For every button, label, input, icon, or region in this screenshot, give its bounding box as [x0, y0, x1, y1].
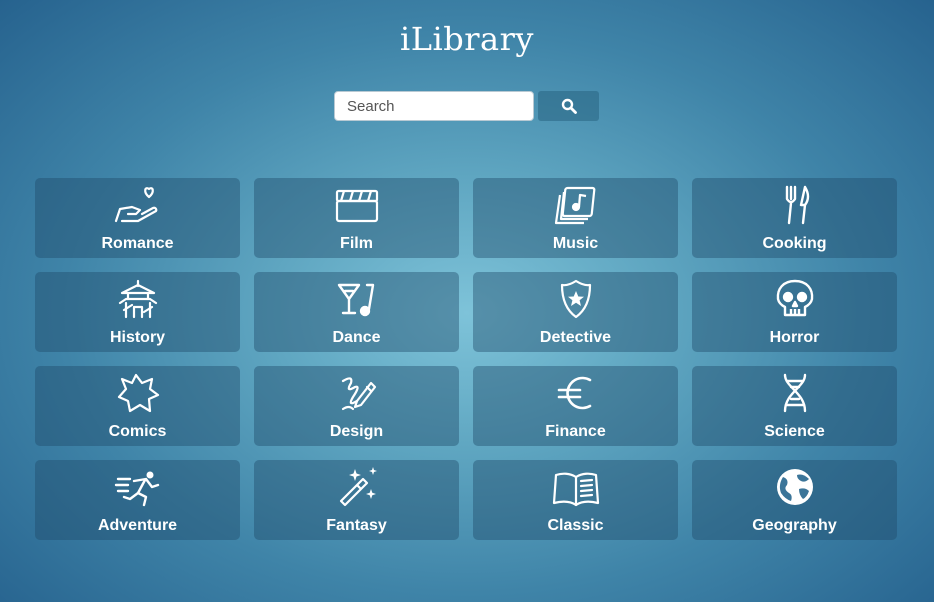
- category-label: Cooking: [762, 235, 827, 252]
- cocktail-music-icon: [331, 277, 383, 321]
- category-tile-geography[interactable]: Geography: [692, 460, 897, 540]
- pencil-scribble-icon: [331, 371, 383, 415]
- category-label: Romance: [101, 235, 174, 252]
- category-tile-finance[interactable]: Finance: [473, 366, 678, 446]
- category-label: Dance: [332, 329, 381, 346]
- dna-icon: [769, 371, 821, 415]
- category-tile-dance[interactable]: Dance: [254, 272, 459, 352]
- category-tile-cooking[interactable]: Cooking: [692, 178, 897, 258]
- category-tile-history[interactable]: History: [35, 272, 240, 352]
- category-tile-horror[interactable]: Horror: [692, 272, 897, 352]
- open-book-icon: [550, 465, 602, 509]
- category-label: Classic: [547, 517, 604, 534]
- category-label: Detective: [539, 329, 612, 346]
- burst-icon: [112, 371, 164, 415]
- category-label: Music: [552, 235, 599, 252]
- fork-knife-icon: [769, 183, 821, 227]
- category-tile-science[interactable]: Science: [692, 366, 897, 446]
- category-label: Comics: [108, 423, 167, 440]
- category-tile-detective[interactable]: Detective: [473, 272, 678, 352]
- pagoda-icon: [112, 277, 164, 321]
- globe-icon: [769, 465, 821, 509]
- category-label: Science: [764, 423, 825, 440]
- clapperboard-icon: [331, 183, 383, 227]
- running-person-icon: [112, 465, 164, 509]
- category-tile-fantasy[interactable]: Fantasy: [254, 460, 459, 540]
- magic-wand-icon: [331, 465, 383, 509]
- heart-hand-icon: [112, 183, 164, 227]
- category-label: Adventure: [97, 517, 178, 534]
- category-tile-classic[interactable]: Classic: [473, 460, 678, 540]
- category-tile-film[interactable]: Film: [254, 178, 459, 258]
- euro-icon: [550, 371, 602, 415]
- category-label: Fantasy: [326, 517, 387, 534]
- category-tile-romance[interactable]: Romance: [35, 178, 240, 258]
- category-tile-comics[interactable]: Comics: [35, 366, 240, 446]
- category-label: Film: [340, 235, 373, 252]
- category-label: Geography: [752, 517, 837, 534]
- search-input[interactable]: [334, 91, 534, 121]
- app-title: iLibrary: [400, 20, 534, 58]
- category-tile-adventure[interactable]: Adventure: [35, 460, 240, 540]
- skull-icon: [769, 277, 821, 321]
- category-label: Finance: [545, 423, 606, 440]
- search-button[interactable]: [538, 91, 599, 121]
- category-label: Design: [329, 423, 384, 440]
- category-tile-design[interactable]: Design: [254, 366, 459, 446]
- music-album-icon: [550, 183, 602, 227]
- category-label: History: [109, 329, 166, 346]
- category-tile-music[interactable]: Music: [473, 178, 678, 258]
- category-label: Horror: [769, 329, 820, 346]
- police-badge-icon: [550, 277, 602, 321]
- search-icon: [561, 98, 577, 114]
